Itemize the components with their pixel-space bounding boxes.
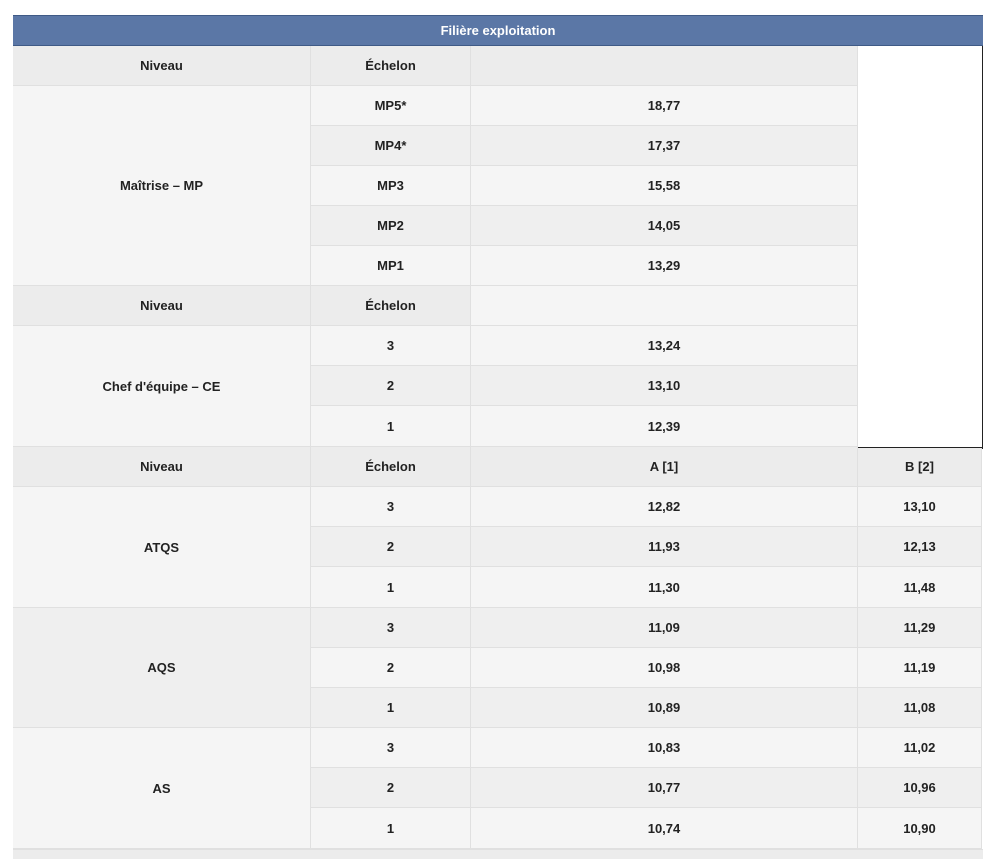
table-frame-top xyxy=(858,447,983,448)
value-a-cell: 12,82 xyxy=(471,487,858,527)
table-row: MP1 13,29 xyxy=(311,246,858,286)
echelon-cell: 3 xyxy=(311,608,471,648)
value-a-cell: 11,93 xyxy=(471,527,858,567)
value-a-cell: 10,98 xyxy=(471,648,858,688)
echelon-cell: 2 xyxy=(311,527,471,567)
echelon-cell: 1 xyxy=(311,406,471,447)
table-title: Filière exploitation xyxy=(13,15,983,46)
value-a-cell: 13,24 xyxy=(471,326,858,366)
table-row: MP4* 17,37 xyxy=(311,126,858,166)
table-row: 1 10,89 11,08 xyxy=(311,688,982,728)
niveau-cell-chef-equipe: Chef d'équipe – CE xyxy=(13,326,311,447)
value-b-cell: 10,90 xyxy=(858,808,982,849)
header-niveau: Niveau xyxy=(13,46,311,86)
value-b-cell: 11,29 xyxy=(858,608,982,648)
niveau-cell-maitrise: Maîtrise – MP xyxy=(13,86,311,286)
value-b-cell: 13,10 xyxy=(858,487,982,527)
header-niveau: Niveau xyxy=(13,447,311,487)
header-niveau: Niveau xyxy=(13,286,311,326)
echelon-cell: 3 xyxy=(311,326,471,366)
niveau-cell-as: AS xyxy=(13,728,311,849)
value-a-cell: 11,09 xyxy=(471,608,858,648)
header-row-maitrise: Niveau Échelon xyxy=(13,46,858,86)
table-row: 2 10,77 10,96 xyxy=(311,768,982,808)
value-a-cell: 14,05 xyxy=(471,206,858,246)
value-a-cell: 13,10 xyxy=(471,366,858,406)
value-a-cell: 10,89 xyxy=(471,688,858,728)
echelon-cell: MP5* xyxy=(311,86,471,126)
echelon-cell: 2 xyxy=(311,366,471,406)
niveau-cell-atqs: ATQS xyxy=(13,487,311,608)
table-row: 2 13,10 xyxy=(311,366,858,406)
table-frame-right xyxy=(982,46,983,449)
value-b-cell: 10,96 xyxy=(858,768,982,808)
echelon-cell: 1 xyxy=(311,688,471,728)
value-b-cell: 12,13 xyxy=(858,527,982,567)
header-row-employes: Niveau Échelon A [1] B [2] xyxy=(13,447,982,487)
salary-grid-table: Filière exploitation Niveau Échelon Maît… xyxy=(13,15,983,859)
header-row-chef-equipe: Niveau Échelon xyxy=(13,286,858,326)
echelon-cell: MP1 xyxy=(311,246,471,286)
table-row: 2 10,98 11,19 xyxy=(311,648,982,688)
value-a-cell: 11,30 xyxy=(471,567,858,608)
header-a: A [1] xyxy=(471,447,858,487)
header-empty xyxy=(471,286,858,326)
value-a-cell: 17,37 xyxy=(471,126,858,166)
header-echelon: Échelon xyxy=(311,447,471,487)
header-empty xyxy=(471,46,858,86)
table-row: 3 13,24 xyxy=(311,326,858,366)
value-a-cell: 12,39 xyxy=(471,406,858,447)
table-row: 3 11,09 11,29 xyxy=(311,608,982,648)
header-echelon: Échelon xyxy=(311,46,471,86)
value-b-cell: 11,02 xyxy=(858,728,982,768)
table-row: MP2 14,05 xyxy=(311,206,858,246)
value-a-cell: 13,29 xyxy=(471,246,858,286)
echelon-cell: MP3 xyxy=(311,166,471,206)
value-b-cell: 11,19 xyxy=(858,648,982,688)
table-row: 1 11,30 11,48 xyxy=(311,567,982,608)
value-a-cell: 10,74 xyxy=(471,808,858,849)
header-b: B [2] xyxy=(858,447,982,487)
echelon-cell: 1 xyxy=(311,808,471,849)
header-echelon: Échelon xyxy=(311,286,471,326)
echelon-cell: 3 xyxy=(311,728,471,768)
echelon-cell: MP4* xyxy=(311,126,471,166)
table-row: MP3 15,58 xyxy=(311,166,858,206)
value-a-cell: 15,58 xyxy=(471,166,858,206)
value-a-cell: 10,83 xyxy=(471,728,858,768)
echelon-cell: 3 xyxy=(311,487,471,527)
echelon-cell: 1 xyxy=(311,567,471,608)
value-a-cell: 10,77 xyxy=(471,768,858,808)
table-row: 1 10,74 10,90 xyxy=(311,808,982,849)
echelon-cell: 2 xyxy=(311,768,471,808)
echelon-cell: 2 xyxy=(311,648,471,688)
value-a-cell: 18,77 xyxy=(471,86,858,126)
table-row: 3 12,82 13,10 xyxy=(311,487,982,527)
table-row: 1 12,39 xyxy=(311,406,858,447)
table-row: 2 11,93 12,13 xyxy=(311,527,982,567)
echelon-cell: MP2 xyxy=(311,206,471,246)
table-row: 3 10,83 11,02 xyxy=(311,728,982,768)
niveau-cell-aqs: AQS xyxy=(13,608,311,728)
value-b-cell: 11,08 xyxy=(858,688,982,728)
value-b-cell: 11,48 xyxy=(858,567,982,608)
table-row: MP5* 18,77 xyxy=(311,86,858,126)
